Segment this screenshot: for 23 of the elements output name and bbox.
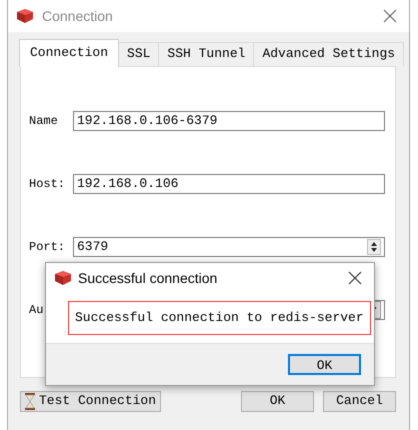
close-icon [348,271,362,285]
dialog-title: Successful connection [78,268,218,288]
cube-logo-icon [54,270,72,286]
tab[interactable]: Advanced Settings [253,42,404,66]
input-field[interactable]: 192.168.0.106-6379 [73,110,385,130]
close-icon [383,9,397,23]
field-label: Au [29,302,44,318]
field-label: Host: [29,176,66,192]
spin-arrows-icon [370,240,378,252]
field-label: Name [29,112,59,130]
spin-field[interactable]: 6379 [73,236,385,256]
hourglass-icon [25,392,35,410]
window-title: Connection [42,6,113,26]
ok-button[interactable]: OK [288,354,361,375]
cube-logo-icon [16,8,34,24]
dialog-button[interactable]: Cancel [323,390,396,412]
test-connection-button[interactable]: Test Connection [20,390,162,412]
message-text: Successful connection to redis-server [68,301,371,335]
field-label: Port: [29,238,66,256]
input-field[interactable]: 192.168.0.106 [73,174,385,194]
tab[interactable]: Connection [19,39,120,66]
dialog-button[interactable]: OK [241,390,314,412]
spin-buttons[interactable] [367,238,381,254]
